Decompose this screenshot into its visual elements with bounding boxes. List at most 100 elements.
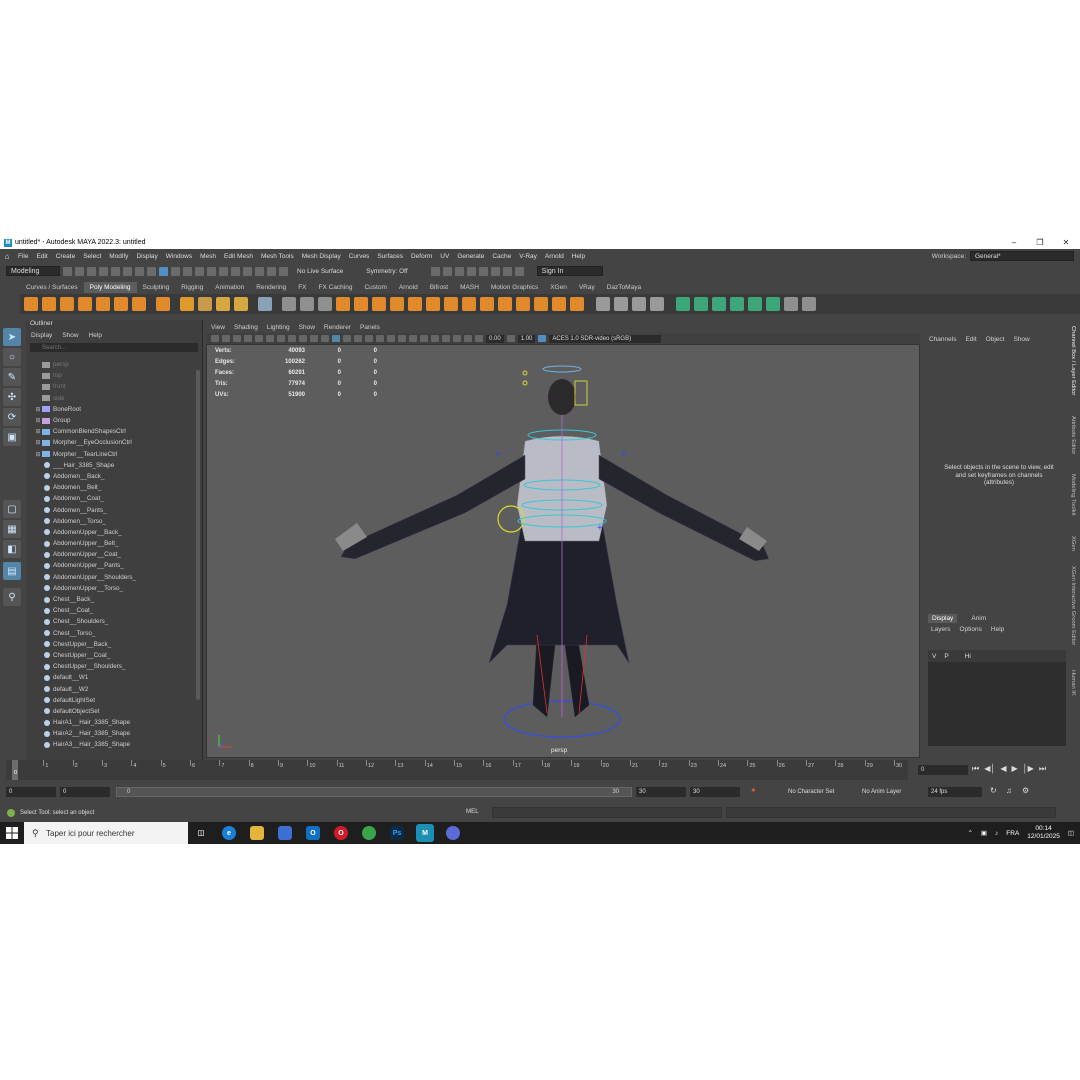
merge-icon[interactable] [480,297,494,311]
render-frame-icon[interactable] [430,266,440,276]
uv-cut-icon[interactable] [784,297,798,311]
anim-layer-dropdown[interactable]: No Anim Layer [862,789,901,795]
layer-menu-layers[interactable]: Layers [931,626,951,633]
menu-arnold[interactable]: Arnold [541,253,568,260]
menu-cache[interactable]: Cache [488,253,515,260]
new-scene-icon[interactable] [63,266,72,276]
outliner-item[interactable]: ⊞ CommonBlendShapesCtrl [26,426,196,437]
command-language-label[interactable]: MEL [466,808,479,815]
menu-file[interactable]: File [14,253,32,260]
connect-icon[interactable] [650,297,664,311]
menu-edit-mesh[interactable]: Edit Mesh [220,253,257,260]
menu-mesh-display[interactable]: Mesh Display [298,253,345,260]
undo-icon[interactable] [99,266,108,276]
menu-uv[interactable]: UV [436,253,453,260]
outliner-search-input[interactable]: Search... [30,343,198,352]
restore-button[interactable]: ❐ [1028,236,1052,249]
svg-icon[interactable] [234,297,248,311]
shelf-tab-arnold[interactable]: Arnold [393,282,424,293]
outliner-item[interactable]: ChestUpper__Shoulders_ [26,661,196,672]
image-plane-icon[interactable] [244,335,252,342]
shelf-tab-custom[interactable]: Custom [358,282,392,293]
mesh-grid-icon[interactable] [258,297,272,311]
persp-graph-layout-icon[interactable]: ▤ [3,562,21,580]
uv-checker-icon[interactable] [766,297,780,311]
magnet-icon[interactable] [279,266,288,276]
viewport-menu-lighting[interactable]: Lighting [267,324,290,331]
shelf-tab-animation[interactable]: Animation [209,282,250,293]
outliner-item[interactable]: front [26,381,196,392]
slide-edge-icon[interactable] [632,297,646,311]
outliner-item[interactable]: Abdomen__Belt_ [26,482,196,493]
uv-sew-icon[interactable] [802,297,816,311]
snap-grid-icon[interactable] [159,266,168,276]
sign-in-dropdown[interactable]: Sign In [536,266,603,276]
step-forward-key-icon[interactable]: │▶ [1023,764,1034,774]
outliner-item[interactable]: Chest__Coat_ [26,605,196,616]
outliner-scrollbar[interactable] [196,370,200,700]
outliner-item[interactable]: HairA1__Hair_3385_Shape [26,717,196,728]
animation-end-field[interactable]: 30 [690,787,740,797]
fps-dropdown[interactable]: 24 fps [928,787,982,797]
combine-icon[interactable] [282,297,296,311]
menu-mesh[interactable]: Mesh [196,253,220,260]
select-object-icon[interactable] [135,266,144,276]
loop-icon[interactable]: ↻ [990,786,997,795]
save-scene-icon[interactable] [87,266,96,276]
opera-icon[interactable]: O [334,826,348,840]
poly-cube-icon[interactable] [42,297,56,311]
bridge-icon[interactable] [372,297,386,311]
outliner-item[interactable]: ⊞ Group [26,415,196,426]
menu-curves[interactable]: Curves [345,253,374,260]
file-explorer-icon[interactable] [250,826,264,840]
channel-menu-show[interactable]: Show [1013,336,1029,343]
outliner-item[interactable]: Abdomen__Torso_ [26,516,196,527]
xray-joints-icon[interactable] [464,335,472,342]
layer-tab-anim[interactable]: Anim [967,614,990,623]
quad-draw-icon[interactable] [596,297,610,311]
expand-icon[interactable]: ⊞ [34,428,42,435]
uv-spherical-icon[interactable] [730,297,744,311]
outliner-item[interactable]: default__W1 [26,672,196,683]
extrude-icon[interactable] [354,297,368,311]
expand-icon[interactable]: ⊞ [34,417,42,424]
step-back-key-icon[interactable]: ◀│ [984,764,995,774]
outliner-item[interactable]: persp [26,359,196,370]
snap-curve-icon[interactable] [171,266,180,276]
grid-toggle-icon[interactable] [255,335,263,342]
poly-torus-icon[interactable] [96,297,110,311]
outliner-menu-show[interactable]: Show [62,332,78,339]
side-tab-xgen[interactable]: XGen [1070,536,1076,551]
outliner-item[interactable]: AbdomenUpper__Back_ [26,527,196,538]
render-sequence-icon[interactable] [442,266,452,276]
live-surface-label[interactable]: No Live Surface [297,268,343,275]
shelf-tab-mash[interactable]: MASH [454,282,485,293]
render-view-icon[interactable] [490,266,500,276]
playback-start-field[interactable]: 0 [60,787,110,797]
menu-help[interactable]: Help [568,253,589,260]
smooth-shade-icon[interactable] [343,335,351,342]
camera-attributes-icon[interactable] [222,335,230,342]
outliner-item[interactable]: ChestUpper__Back_ [26,639,196,650]
lasso-tool-icon[interactable]: ○ [3,348,21,366]
command-line-input[interactable] [492,807,722,818]
minimize-button[interactable]: – [1002,236,1026,249]
side-tab-xgen-groom[interactable]: XGen Interactive Groom Editor [1070,566,1076,645]
menu-select[interactable]: Select [79,253,105,260]
gate-mask-icon[interactable] [288,335,296,342]
menu-vray[interactable]: V-Ray [515,253,541,260]
construction-icon[interactable] [231,266,240,276]
move-tool-icon[interactable]: ✣ [3,388,21,406]
outliner-item[interactable]: AbdomenUpper__Torso_ [26,583,196,594]
animation-start-field[interactable]: 0 [6,787,56,797]
select-tool-icon[interactable]: ➤ [3,328,21,346]
outliner-item[interactable]: ⊞ BoneRoot [26,404,196,415]
bookmark-icon[interactable] [233,335,241,342]
layer-tab-display[interactable]: Display [928,614,958,623]
sound-icon[interactable]: ♫ [1006,786,1012,795]
arnold-render-icon[interactable] [502,266,512,276]
select-hierarchy-icon[interactable] [123,266,132,276]
lock-icon[interactable] [207,266,216,276]
viewport-menu-show[interactable]: Show [299,324,315,331]
layer-menu-options[interactable]: Options [960,626,982,633]
